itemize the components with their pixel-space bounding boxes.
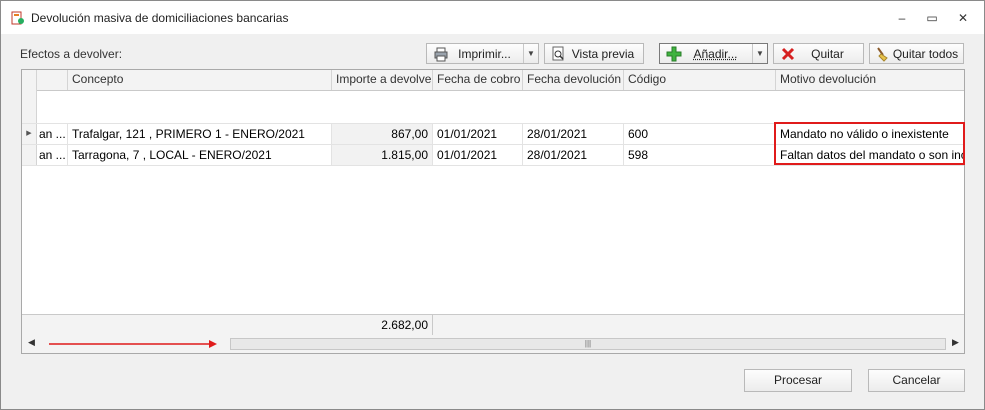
- header-fecha-devolucion[interactable]: Fecha devolución: [523, 70, 624, 90]
- row-indicator: ▶: [22, 124, 37, 144]
- preview-button[interactable]: Vista previa: [544, 43, 644, 64]
- header-codigo[interactable]: Código: [624, 70, 776, 90]
- header-motivo[interactable]: Motivo devolución: [776, 70, 964, 90]
- window-title: Devolución masiva de domiciliaciones ban…: [31, 11, 289, 25]
- scroll-right-icon[interactable]: ▶: [952, 337, 959, 348]
- add-dropdown-arrow[interactable]: ▼: [752, 44, 767, 63]
- cell-concepto[interactable]: Trafalgar, 121 , PRIMERO 1 - ENERO/2021: [68, 124, 332, 144]
- cell-codigo[interactable]: 598: [624, 145, 776, 165]
- highlight-box: [774, 122, 965, 165]
- scroll-thumb[interactable]: |||: [230, 338, 946, 350]
- cell-codigo[interactable]: 600: [624, 124, 776, 144]
- cell-importe[interactable]: 867,00: [332, 124, 433, 144]
- cell-col1[interactable]: an ...: [37, 145, 68, 165]
- dialog-window: Devolución masiva de domiciliaciones ban…: [0, 0, 985, 410]
- process-button[interactable]: Procesar: [744, 369, 852, 392]
- header-importe[interactable]: Importe a devolver: [332, 70, 433, 90]
- grid-footer: 2.682,00: [22, 314, 964, 336]
- cell-fecha-devolucion[interactable]: 28/01/2021: [523, 124, 624, 144]
- print-label: Imprimir...: [458, 47, 511, 61]
- document-gear-icon: [11, 11, 24, 25]
- print-dropdown-arrow[interactable]: ▼: [523, 44, 538, 63]
- row-indicator: [22, 145, 37, 165]
- scroll-left-icon[interactable]: ◀: [28, 337, 35, 348]
- red-arrow-icon: [49, 340, 217, 348]
- add-label: Añadir...: [693, 47, 738, 61]
- grid-header: Concepto Importe a devolver Fecha de cob…: [22, 70, 964, 91]
- cell-fecha-devolucion[interactable]: 28/01/2021: [523, 145, 624, 165]
- cell-fecha-cobro[interactable]: 01/01/2021: [433, 145, 523, 165]
- minimize-button[interactable]: –: [890, 7, 914, 29]
- preview-label: Vista previa: [571, 47, 635, 61]
- title-bar[interactable]: Devolución masiva de domiciliaciones ban…: [1, 1, 984, 34]
- remove-button[interactable]: Quitar: [773, 43, 864, 64]
- header-concepto[interactable]: Concepto: [68, 70, 332, 90]
- header-indicator: [22, 70, 37, 90]
- cell-importe[interactable]: 1.815,00: [332, 145, 433, 165]
- cell-fecha-cobro[interactable]: 01/01/2021: [433, 124, 523, 144]
- row-indicator: [22, 90, 37, 123]
- add-button[interactable]: Añadir... ▼: [659, 43, 768, 64]
- close-button[interactable]: ✕: [951, 7, 975, 29]
- total-importe: 2.682,00: [332, 315, 433, 335]
- efectos-label: Efectos a devolver:: [20, 47, 123, 61]
- new-row[interactable]: [22, 90, 964, 124]
- print-button[interactable]: Imprimir... ▼: [426, 43, 539, 64]
- restore-button[interactable]: ▭: [920, 7, 944, 29]
- horizontal-scrollbar[interactable]: ◀ ||| ▶: [22, 335, 964, 353]
- remove-all-label: Quitar todos: [892, 47, 959, 61]
- remove-label: Quitar: [811, 47, 844, 61]
- header-fecha-cobro[interactable]: Fecha de cobro: [433, 70, 523, 90]
- cell-col1[interactable]: an ...: [37, 124, 68, 144]
- cell-concepto[interactable]: Tarragona, 7 , LOCAL - ENERO/2021: [68, 145, 332, 165]
- cancel-button[interactable]: Cancelar: [868, 369, 965, 392]
- header-blank-col[interactable]: [37, 70, 68, 90]
- effects-grid[interactable]: Concepto Importe a devolver Fecha de cob…: [21, 69, 965, 354]
- remove-all-button[interactable]: Quitar todos: [869, 43, 964, 64]
